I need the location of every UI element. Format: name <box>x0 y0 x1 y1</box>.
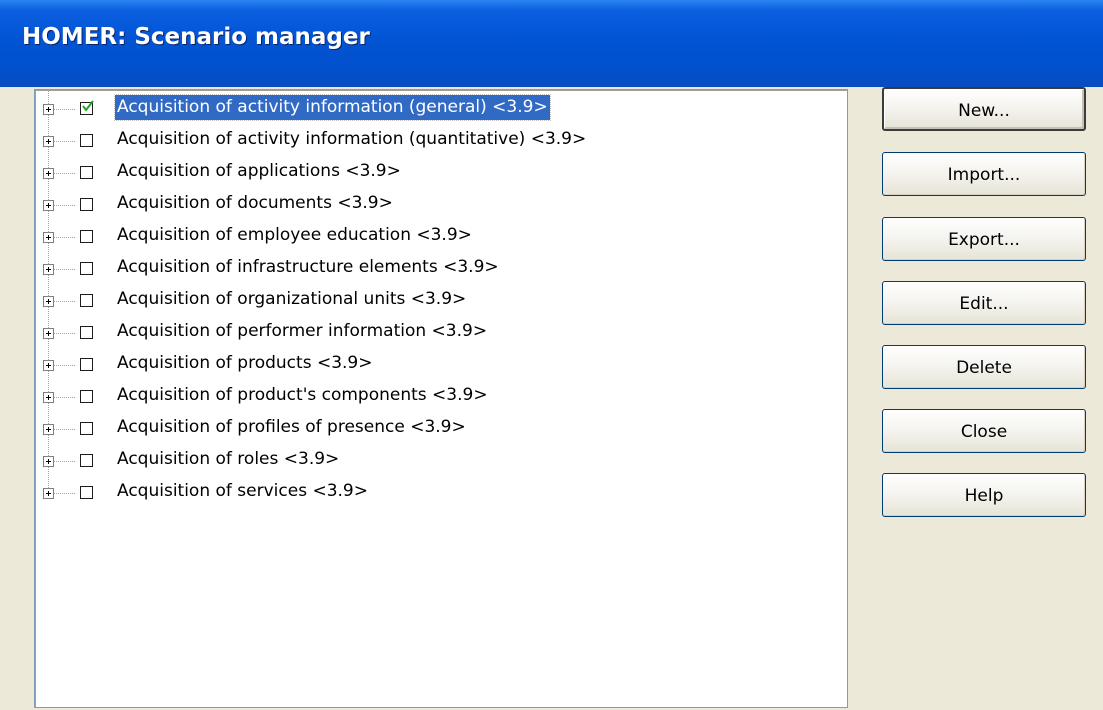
tree-item[interactable]: Acquisition of services <3.9> <box>35 479 847 511</box>
tree-branch-line <box>54 365 75 366</box>
tree-branch-line <box>54 269 75 270</box>
scenario-checkbox[interactable] <box>80 230 93 243</box>
tree-branch-line <box>54 333 75 334</box>
tree-item-label[interactable]: Acquisition of products <3.9> <box>115 351 374 376</box>
scenario-tree[interactable]: Acquisition of activity information (gen… <box>34 89 848 708</box>
tree-item-label[interactable]: Acquisition of product's components <3.9… <box>115 383 490 408</box>
export-button[interactable]: Export... <box>882 217 1086 261</box>
tree-item-label[interactable]: Acquisition of organizational units <3.9… <box>115 287 468 312</box>
tree-item[interactable]: Acquisition of employee education <3.9> <box>35 223 847 255</box>
tree-branch-line <box>54 173 75 174</box>
scenario-manager-window: HOMER: Scenario manager Acquisition of a… <box>0 0 1103 710</box>
expand-icon[interactable] <box>43 264 54 275</box>
scenario-checkbox[interactable] <box>80 294 93 307</box>
scenario-checkbox[interactable] <box>80 100 94 115</box>
checkmark-icon <box>82 100 94 112</box>
expand-icon[interactable] <box>43 456 54 467</box>
expand-icon[interactable] <box>43 168 54 179</box>
tree-item-label[interactable]: Acquisition of performer information <3.… <box>115 319 489 344</box>
scenario-checkbox[interactable] <box>80 486 93 499</box>
tree-item-label[interactable]: Acquisition of infrastructure elements <… <box>115 255 501 280</box>
help-button[interactable]: Help <box>882 473 1086 517</box>
expand-icon[interactable] <box>43 104 54 115</box>
scenario-checkbox[interactable] <box>80 454 93 467</box>
title-bar[interactable]: HOMER: Scenario manager <box>0 0 1103 87</box>
tree-item-label[interactable]: Acquisition of services <3.9> <box>115 479 370 504</box>
tree-item[interactable]: Acquisition of activity information (qua… <box>35 127 847 159</box>
tree-item-label[interactable]: Acquisition of applications <3.9> <box>115 159 403 184</box>
import-button[interactable]: Import... <box>882 152 1086 196</box>
expand-icon[interactable] <box>43 136 54 147</box>
new-button[interactable]: New... <box>882 87 1086 131</box>
tree-branch-line <box>54 205 75 206</box>
expand-icon[interactable] <box>43 328 54 339</box>
client-area: Acquisition of activity information (gen… <box>0 87 1103 710</box>
tree-item[interactable]: Acquisition of profiles of presence <3.9… <box>35 415 847 447</box>
tree-item-label[interactable]: Acquisition of activity information (qua… <box>115 127 588 152</box>
tree-item[interactable]: Acquisition of documents <3.9> <box>35 191 847 223</box>
scenario-checkbox[interactable] <box>80 166 93 179</box>
tree-branch-line <box>54 237 75 238</box>
scenario-checkbox[interactable] <box>80 326 93 339</box>
tree-item[interactable]: Acquisition of applications <3.9> <box>35 159 847 191</box>
expand-icon[interactable] <box>43 296 54 307</box>
tree-branch-line <box>54 301 75 302</box>
tree-item[interactable]: Acquisition of performer information <3.… <box>35 319 847 351</box>
tree-branch-line <box>54 397 75 398</box>
tree-item[interactable]: Acquisition of products <3.9> <box>35 351 847 383</box>
scenario-checkbox[interactable] <box>80 390 93 403</box>
expand-icon[interactable] <box>43 392 54 403</box>
expand-icon[interactable] <box>43 488 54 499</box>
tree-item-label[interactable]: Acquisition of roles <3.9> <box>115 447 341 472</box>
tree-item-label[interactable]: Acquisition of profiles of presence <3.9… <box>115 415 468 440</box>
tree-branch-line <box>54 141 75 142</box>
tree-item[interactable]: Acquisition of roles <3.9> <box>35 447 847 479</box>
scenario-checkbox[interactable] <box>80 134 93 147</box>
edit-button[interactable]: Edit... <box>882 281 1086 325</box>
tree-branch-line <box>54 109 75 110</box>
tree-item-label[interactable]: Acquisition of documents <3.9> <box>115 191 395 216</box>
expand-icon[interactable] <box>43 232 54 243</box>
tree-item-label[interactable]: Acquisition of activity information (gen… <box>114 94 551 121</box>
tree-item[interactable]: Acquisition of infrastructure elements <… <box>35 255 847 287</box>
expand-icon[interactable] <box>43 360 54 371</box>
scenario-checkbox[interactable] <box>80 262 93 275</box>
tree-item[interactable]: Acquisition of product's components <3.9… <box>35 383 847 415</box>
tree-item[interactable]: Acquisition of organizational units <3.9… <box>35 287 847 319</box>
close-button[interactable]: Close <box>882 409 1086 453</box>
tree-item[interactable]: Acquisition of activity information (gen… <box>35 94 847 127</box>
tree-branch-line <box>54 429 75 430</box>
scenario-checkbox[interactable] <box>80 358 93 371</box>
window-title: HOMER: Scenario manager <box>22 24 370 50</box>
tree-item-label[interactable]: Acquisition of employee education <3.9> <box>115 223 474 248</box>
scenario-checkbox[interactable] <box>80 198 93 211</box>
delete-button[interactable]: Delete <box>882 345 1086 389</box>
tree-branch-line <box>54 493 75 494</box>
scenario-checkbox[interactable] <box>80 422 93 435</box>
tree-branch-line <box>54 461 75 462</box>
expand-icon[interactable] <box>43 424 54 435</box>
expand-icon[interactable] <box>43 200 54 211</box>
